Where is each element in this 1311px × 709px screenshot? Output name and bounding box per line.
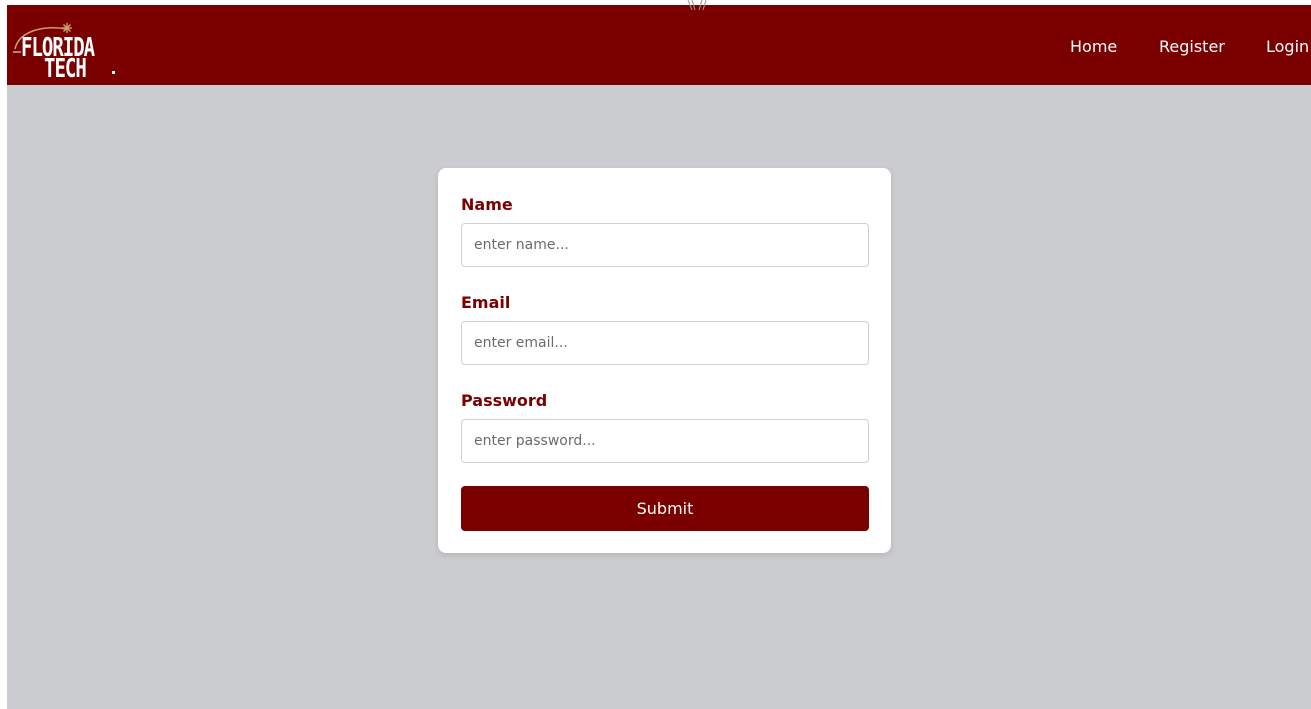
page: FLORIDA TECH Home Register Login Name Em… (7, 5, 1311, 709)
nav-link-login[interactable]: Login (1266, 37, 1309, 56)
email-label: Email (461, 293, 511, 312)
email-input[interactable] (461, 321, 869, 365)
logo-text-tech: TECH (44, 54, 87, 84)
logo-dot (112, 71, 115, 74)
decorative-arc-icon (687, 0, 707, 10)
navbar: FLORIDA TECH Home Register Login (7, 5, 1311, 85)
nav-link-register[interactable]: Register (1159, 37, 1225, 56)
name-input[interactable] (461, 223, 869, 267)
password-label: Password (461, 391, 548, 410)
register-form-card: Name Email Password Submit (438, 168, 891, 553)
nav-link-home[interactable]: Home (1070, 37, 1117, 56)
submit-button[interactable]: Submit (461, 486, 869, 531)
password-input[interactable] (461, 419, 869, 463)
name-label: Name (461, 195, 513, 214)
florida-tech-logo[interactable]: FLORIDA TECH (13, 23, 121, 84)
